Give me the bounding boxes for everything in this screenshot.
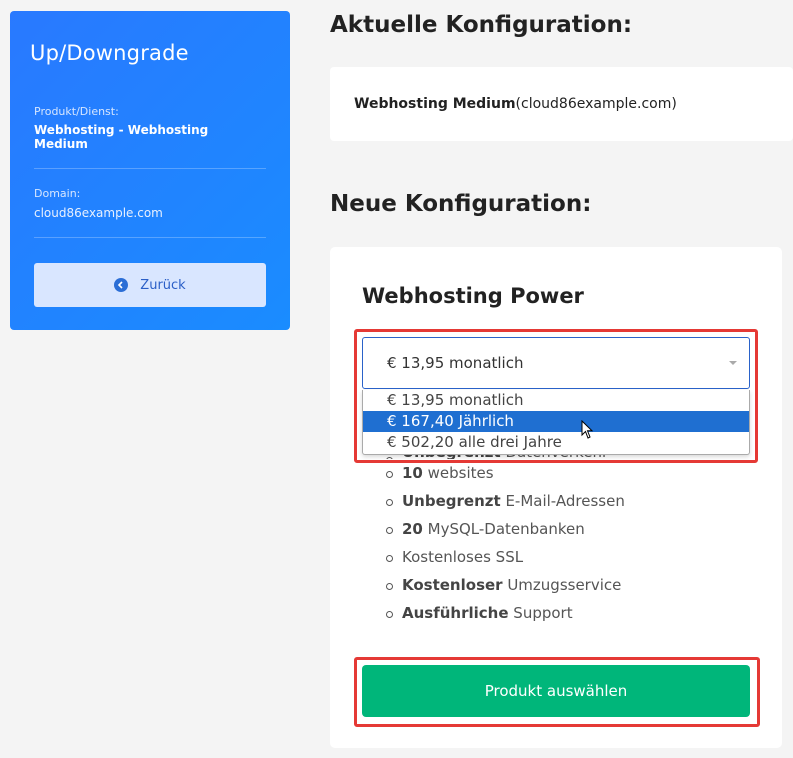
list-item: Ausführliche Support [386,599,625,627]
back-button-label: Zurück [140,277,186,293]
list-item: Kostenloser Umzugsservice [386,571,625,599]
select-product-button[interactable]: Produkt auswählen [362,665,750,717]
current-config-card: Webhosting Medium (cloud86example.com) [330,67,793,141]
chevron-down-icon [729,361,737,365]
billing-cycle-select[interactable]: € 13,95 monatlich [362,337,750,389]
back-button[interactable]: Zurück [34,263,266,307]
current-config-heading: Aktuelle Konfiguration: [330,12,633,38]
dropdown-option-triennial[interactable]: € 502,20 alle drei Jahre [363,432,749,453]
plan-name: Webhosting Power [362,284,584,308]
list-item: Kostenloses SSL [386,543,625,571]
list-item: Unbegrenzt E-Mail-Adressen [386,487,625,515]
domain-value: cloud86example.com [34,206,163,220]
dropdown-option-monthly[interactable]: € 13,95 monatlich [363,390,749,411]
feature-list: Unbegrenzt Datenverkehr 10 websites Unbe… [386,445,625,627]
new-config-card: Webhosting Power Unbegrenzt Datenverkehr… [330,247,782,748]
product-value: Webhosting - Webhosting Medium [34,123,209,151]
mouse-cursor-icon [581,420,594,439]
current-domain: (cloud86example.com) [515,96,677,112]
divider [34,237,266,238]
billing-cycle-selected: € 13,95 monatlich [387,354,524,372]
arrow-left-circle-icon [114,278,129,292]
domain-label: Domain: [34,187,81,200]
current-product: Webhosting Medium [354,96,516,112]
sidebar: Up/Downgrade Produkt/Dienst: Webhosting … [10,11,290,330]
dropdown-option-yearly[interactable]: € 167,40 Jährlich [363,411,749,432]
billing-cycle-dropdown: € 13,95 monatlich € 167,40 Jährlich € 50… [362,390,750,455]
sidebar-title: Up/Downgrade [30,41,189,65]
new-config-heading: Neue Konfiguration: [330,191,592,217]
list-item: 20 MySQL-Datenbanken [386,515,625,543]
list-item: 10 websites [386,459,625,487]
divider [34,168,266,169]
product-label: Produkt/Dienst: [34,105,119,118]
